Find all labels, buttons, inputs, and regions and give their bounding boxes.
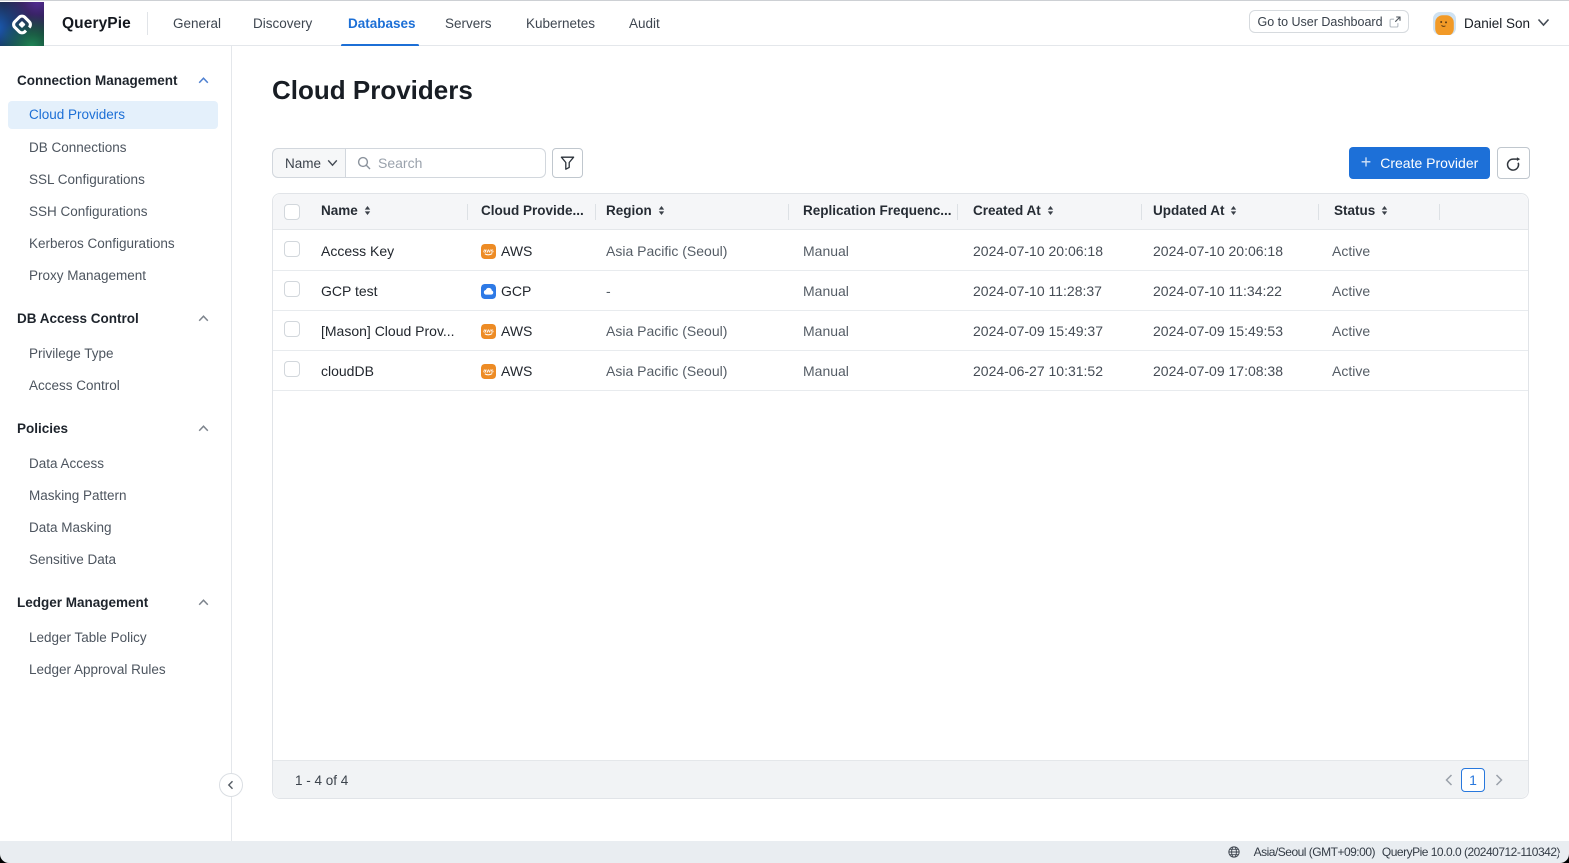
svg-text:aws: aws bbox=[483, 328, 494, 334]
svg-text:aws: aws bbox=[483, 248, 494, 254]
svg-text:aws: aws bbox=[483, 368, 494, 374]
